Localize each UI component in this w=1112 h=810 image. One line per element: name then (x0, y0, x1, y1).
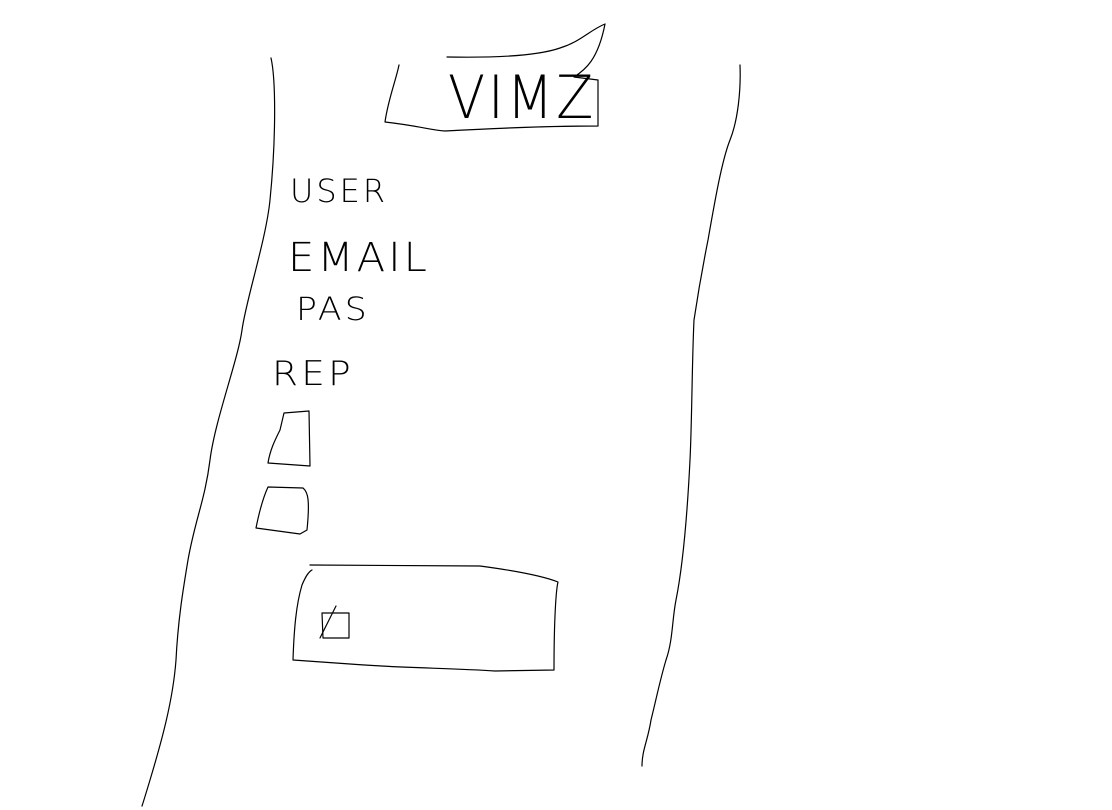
panel-left-edge (141, 57, 276, 807)
checkbox-1-hit[interactable] (266, 409, 312, 468)
logo-block: VIMZ (384, 23, 606, 133)
pass-label: PAS (296, 290, 370, 328)
action-button[interactable] (292, 564, 560, 672)
user-label: USER (290, 172, 388, 210)
rep-label: REP (272, 354, 354, 394)
email-label: EMAIL (288, 235, 430, 281)
checkbox-2-hit[interactable] (254, 485, 311, 536)
wireframe-sketch: VIMZ USER EMAIL PAS REP (141, 23, 741, 807)
logo-text: VIMZ (448, 63, 596, 133)
panel-right-edge (641, 64, 741, 767)
